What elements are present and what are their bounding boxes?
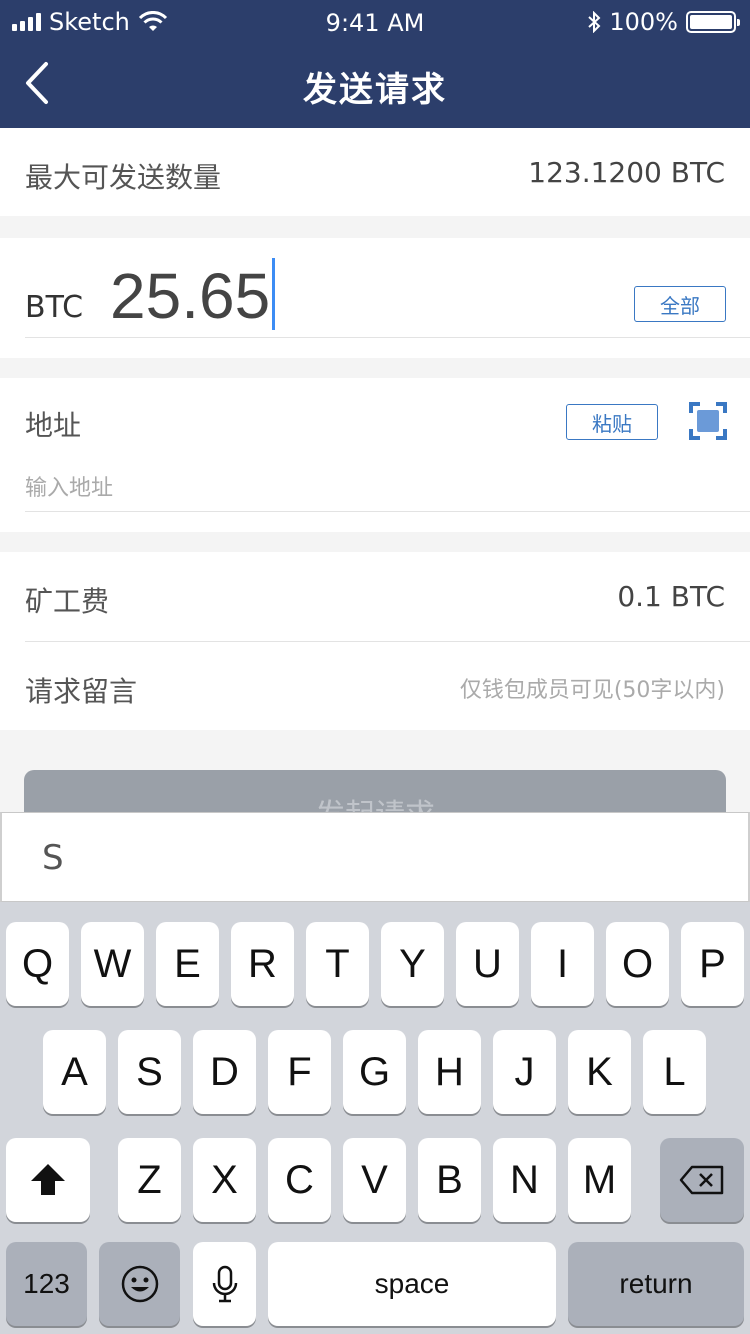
max-send-row: 最大可发送数量 123.1200 BTC <box>0 128 750 216</box>
key-u[interactable]: U <box>456 922 519 1006</box>
key-s[interactable]: S <box>118 1030 181 1114</box>
key-n[interactable]: N <box>493 1138 556 1222</box>
key-l[interactable]: L <box>643 1030 706 1114</box>
key-q[interactable]: Q <box>6 922 69 1006</box>
amount-section: BTC 25.65 全部 <box>0 238 750 358</box>
amount-divider <box>25 337 750 338</box>
address-label: 地址 <box>25 409 82 442</box>
key-f[interactable]: F <box>268 1030 331 1114</box>
key-j[interactable]: J <box>493 1030 556 1114</box>
all-button[interactable]: 全部 <box>634 286 726 322</box>
message-label: 请求留言 <box>25 675 138 708</box>
scan-qr-icon[interactable] <box>689 402 727 440</box>
paste-button[interactable]: 粘贴 <box>566 404 658 440</box>
status-bar: Sketch 9:41 AM 100% <box>0 0 750 44</box>
miner-fee-label: 矿工费 <box>25 585 110 618</box>
status-right: 100% <box>587 8 740 36</box>
key-x[interactable]: X <box>193 1138 256 1222</box>
key-i[interactable]: I <box>531 922 594 1006</box>
key-e[interactable]: E <box>156 922 219 1006</box>
address-section: 地址 粘贴 输入地址 <box>0 378 750 532</box>
dictation-key[interactable] <box>193 1242 256 1326</box>
key-k[interactable]: K <box>568 1030 631 1114</box>
fee-message-section: 矿工费 0.1 BTC 请求留言 仅钱包成员可见(50字以内) <box>0 552 750 730</box>
key-d[interactable]: D <box>193 1030 256 1114</box>
shift-icon <box>31 1164 65 1195</box>
max-send-value: 123.1200 BTC <box>528 156 725 189</box>
amount-currency: BTC <box>25 290 84 325</box>
battery-percentage: 100% <box>609 8 678 36</box>
navigation-bar: Sketch 9:41 AM 100% 发送请求 <box>0 0 750 128</box>
shift-key[interactable] <box>6 1138 90 1222</box>
numbers-key[interactable]: 123 <box>6 1242 87 1326</box>
key-p[interactable]: P <box>681 922 744 1006</box>
amount-input[interactable]: 25.65 <box>110 258 276 333</box>
keyboard-suggestion-bar: S <box>0 812 750 902</box>
address-divider <box>25 511 750 512</box>
key-h[interactable]: H <box>418 1030 481 1114</box>
key-b[interactable]: B <box>418 1138 481 1222</box>
microphone-icon <box>212 1265 237 1303</box>
key-v[interactable]: V <box>343 1138 406 1222</box>
space-key[interactable]: space <box>268 1242 556 1326</box>
key-o[interactable]: O <box>606 922 669 1006</box>
miner-fee-value: 0.1 BTC <box>617 580 725 613</box>
battery-icon <box>686 11 740 33</box>
address-input[interactable]: 输入地址 <box>25 470 113 502</box>
page-title: 发送请求 <box>303 70 447 110</box>
text-cursor <box>272 258 276 330</box>
bluetooth-icon <box>588 11 601 33</box>
return-key[interactable]: return <box>568 1242 744 1326</box>
max-send-label: 最大可发送数量 <box>25 161 222 194</box>
key-w[interactable]: W <box>81 922 144 1006</box>
backspace-key[interactable] <box>660 1138 744 1222</box>
key-t[interactable]: T <box>306 922 369 1006</box>
key-m[interactable]: M <box>568 1138 631 1222</box>
key-g[interactable]: G <box>343 1030 406 1114</box>
fee-divider <box>25 641 750 642</box>
emoji-icon <box>121 1265 158 1303</box>
emoji-key[interactable] <box>99 1242 180 1326</box>
amount-value: 25.65 <box>110 260 271 332</box>
key-r[interactable]: R <box>231 922 294 1006</box>
keyboard: Q W E R T Y U I O P A S D F G H J K L Z … <box>0 902 750 1334</box>
key-z[interactable]: Z <box>118 1138 181 1222</box>
suggestion-item[interactable]: S <box>42 838 64 878</box>
key-c[interactable]: C <box>268 1138 331 1222</box>
message-input[interactable]: 仅钱包成员可见(50字以内) <box>460 672 725 704</box>
key-y[interactable]: Y <box>381 922 444 1006</box>
backspace-icon <box>679 1165 724 1195</box>
key-a[interactable]: A <box>43 1030 106 1114</box>
